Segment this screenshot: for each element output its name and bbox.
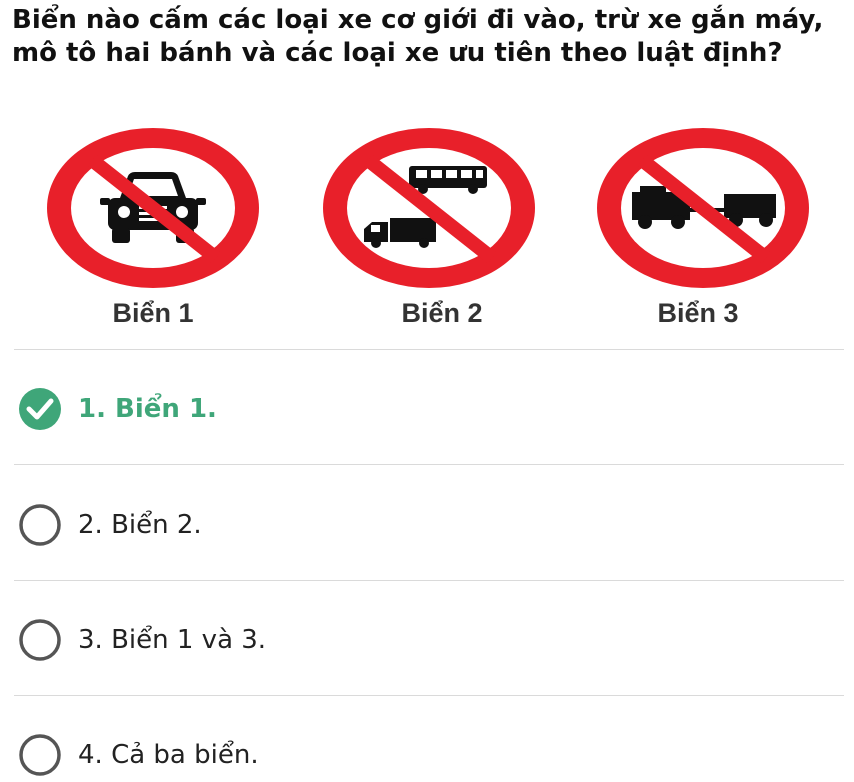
no-car-sign-icon <box>47 128 259 288</box>
radio-circle-icon <box>19 619 61 661</box>
answer-option-2-label: 2. Biển 2. <box>78 510 202 540</box>
sign-3-label: Biển 3 <box>657 298 739 328</box>
no-tractor-trailer-sign-icon <box>597 128 809 288</box>
divider <box>14 580 844 581</box>
signs-figure: Biển 1 Biển 2 Biển 3 <box>0 120 854 345</box>
sign-1-label: Biển 1 <box>112 298 194 328</box>
check-circle-icon <box>19 388 61 430</box>
divider <box>14 349 844 350</box>
answer-option-1-label: 1. Biển 1. <box>78 394 217 424</box>
answer-option-2[interactable]: 2. Biển 2. <box>18 503 838 547</box>
question-text: Biển nào cấm các loại xe cơ giới đi vào,… <box>12 5 824 68</box>
answer-option-4-label: 4. Cả ba biển. <box>78 740 259 770</box>
sign-2-label: Biển 2 <box>401 298 483 328</box>
sign-2: Biển 2 <box>318 120 578 345</box>
divider <box>14 464 844 465</box>
answer-option-3-label: 3. Biển 1 và 3. <box>78 625 267 655</box>
answer-option-4[interactable]: 4. Cả ba biển. <box>18 733 838 777</box>
radio-circle-icon <box>19 734 61 776</box>
no-truck-bus-sign-icon <box>323 128 535 288</box>
answer-option-3[interactable]: 3. Biển 1 và 3. <box>18 618 838 662</box>
sign-3: Biển 3 <box>592 120 852 345</box>
divider <box>14 695 844 696</box>
radio-circle-icon <box>19 504 61 546</box>
sign-1: Biển 1 <box>45 120 305 345</box>
answer-option-1[interactable]: 1. Biển 1. <box>18 387 838 431</box>
